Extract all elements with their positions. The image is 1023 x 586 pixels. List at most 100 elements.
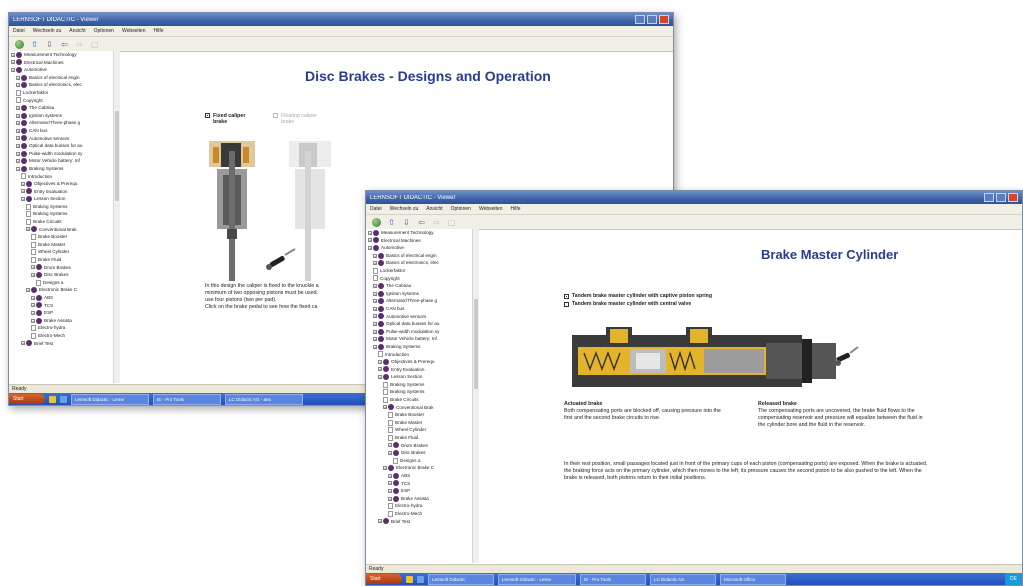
tree-item[interactable]: + Electrical Machines [366,237,478,245]
tree-item[interactable]: Electro-Mech [366,510,478,518]
radio-floating-caliper[interactable] [273,113,278,118]
scrollbar-thumb[interactable] [474,299,478,389]
expand-toggle-icon[interactable]: + [388,488,392,493]
tree-item[interactable]: + Entry Evaluation [366,366,478,374]
close-icon[interactable] [659,15,669,24]
tree-item[interactable]: + CAN bus [9,127,119,135]
tree-item[interactable]: Electro-hydra [366,502,478,510]
tree-item[interactable]: Brake Fluid [366,434,478,442]
expand-toggle-icon[interactable]: + [26,227,30,232]
expand-toggle-icon[interactable]: + [373,253,377,258]
tree-item[interactable]: + The Cabriau [366,282,478,290]
tree-item[interactable]: + Brief Test [366,518,478,526]
maximize-icon[interactable] [996,193,1006,202]
title-bar[interactable]: LERNSOFT DIDACTIC - Viewer [366,191,1022,204]
tree-item[interactable]: + Brief Test [9,340,119,348]
tree-item[interactable]: + Objectives & Prerequ [9,180,119,188]
expand-toggle-icon[interactable]: + [21,197,25,202]
tree-item[interactable]: + Ignition systems [366,290,478,298]
expand-toggle-icon[interactable]: + [368,245,372,250]
expand-toggle-icon[interactable]: + [11,52,15,57]
tree-item[interactable]: + Electronic Brake C [9,286,119,294]
expand-toggle-icon[interactable]: + [373,321,377,326]
arrow-up-icon[interactable]: ⇧ [387,218,396,227]
expand-toggle-icon[interactable]: + [388,496,392,501]
tree-item[interactable]: + Braking Systems [9,165,119,173]
menu-wechseln[interactable]: Wechseln zu [33,28,62,34]
tree-item[interactable]: Lockerfaktor [9,89,119,97]
expand-toggle-icon[interactable]: + [21,189,25,194]
expand-toggle-icon[interactable]: + [31,295,35,300]
tree-item[interactable]: + TCS [366,480,478,488]
tree-item[interactable]: + Motor Vehicle battery: Inf [9,157,119,165]
tree-item[interactable]: Brake Circuits [9,218,119,226]
expand-toggle-icon[interactable]: + [383,466,387,471]
expand-toggle-icon[interactable]: + [373,329,377,334]
quicklaunch-icon[interactable] [406,575,413,583]
tree-item[interactable]: Brake Booster [366,411,478,419]
expand-toggle-icon[interactable]: + [383,405,387,410]
tree-item[interactable]: Braking Systems [366,381,478,389]
tree-item[interactable]: + Disc Brakes [9,271,119,279]
expand-toggle-icon[interactable]: + [373,337,377,342]
menu-hilfe[interactable]: Hilfe [153,28,163,34]
expand-toggle-icon[interactable]: + [16,113,20,118]
tree-item[interactable]: + ESP [9,309,119,317]
expand-toggle-icon[interactable]: + [373,283,377,288]
tree-item[interactable]: + Measurement Technology [9,51,119,59]
tree-item[interactable]: + Automotive sensors [366,313,478,321]
tree-item[interactable]: + Automotive [366,244,478,252]
expand-toggle-icon[interactable]: + [16,143,20,148]
tree-item[interactable]: + Lesson Section [9,195,119,203]
tree-item[interactable]: Lockerfaktor [366,267,478,275]
tree-item[interactable]: Brake Fluid [9,256,119,264]
tree-item[interactable]: + Drum Brakes [9,264,119,272]
expand-toggle-icon[interactable]: + [378,519,382,524]
tree-item[interactable]: Brake Master [9,241,119,249]
tree-item[interactable]: Designs a [366,457,478,465]
taskbar-item[interactable]: LC Didactic AG - ans [225,393,303,405]
forward-arrow-icon[interactable]: ⇨ [432,218,441,227]
tree-item[interactable]: + Objectives & Prerequ [366,358,478,366]
tree-item[interactable]: + Electronic Brake C [366,464,478,472]
expand-toggle-icon[interactable]: + [388,481,392,486]
menu-ansicht[interactable]: Ansicht [426,206,442,212]
expand-toggle-icon[interactable]: + [373,299,377,304]
tree-item[interactable]: Wheel Cylinder [366,426,478,434]
tree-item[interactable]: + Drum Brakes [366,442,478,450]
taskbar-item[interactable]: Lernsoft Didactic - Lerne [498,573,576,585]
menu-datei[interactable]: Datei [370,206,382,212]
expand-toggle-icon[interactable]: + [31,273,35,278]
expand-toggle-icon[interactable]: + [16,166,20,171]
expand-toggle-icon[interactable]: + [31,318,35,323]
tree-item[interactable]: Electro-hydra [9,324,119,332]
tree-scrollbar[interactable] [113,51,120,383]
tree-item[interactable]: + Basics of electronics, elec [366,259,478,267]
tree-item[interactable]: + Brake Assista [366,495,478,503]
tree-item[interactable]: + Basics of electrical engin [9,74,119,82]
arrow-down-icon[interactable]: ⇩ [402,218,411,227]
tree-item[interactable]: + Disc Brakes [366,449,478,457]
forward-arrow-icon[interactable]: ⇨ [75,40,84,49]
print-icon[interactable]: ▢ [447,218,456,227]
tree-item[interactable]: Designs a [9,279,119,287]
tree-item[interactable]: Brake Circuits [366,396,478,404]
expand-toggle-icon[interactable]: + [373,306,377,311]
expand-toggle-icon[interactable]: + [368,238,372,243]
tree-item[interactable]: + Automotive sensors [9,135,119,143]
quicklaunch-icon[interactable] [60,395,67,403]
maximize-icon[interactable] [647,15,657,24]
tree-item[interactable]: + TCS [9,302,119,310]
option-floating-caliper[interactable]: Floating caliper brake [273,113,321,125]
taskbar-item[interactable]: IE - Pro Tools [580,573,646,585]
expand-toggle-icon[interactable]: + [31,303,35,308]
tree-item[interactable]: + Braking Systems [366,343,478,351]
expand-toggle-icon[interactable]: + [16,136,20,141]
expand-toggle-icon[interactable]: + [373,344,377,349]
expand-toggle-icon[interactable]: + [16,75,20,80]
tree-item[interactable]: + CAN bus [366,305,478,313]
tree-item[interactable]: + Electrical Machines [9,59,119,67]
expand-toggle-icon[interactable]: + [16,128,20,133]
tree-item[interactable]: Wheel Cylinder [9,248,119,256]
expand-toggle-icon[interactable]: + [16,151,20,156]
